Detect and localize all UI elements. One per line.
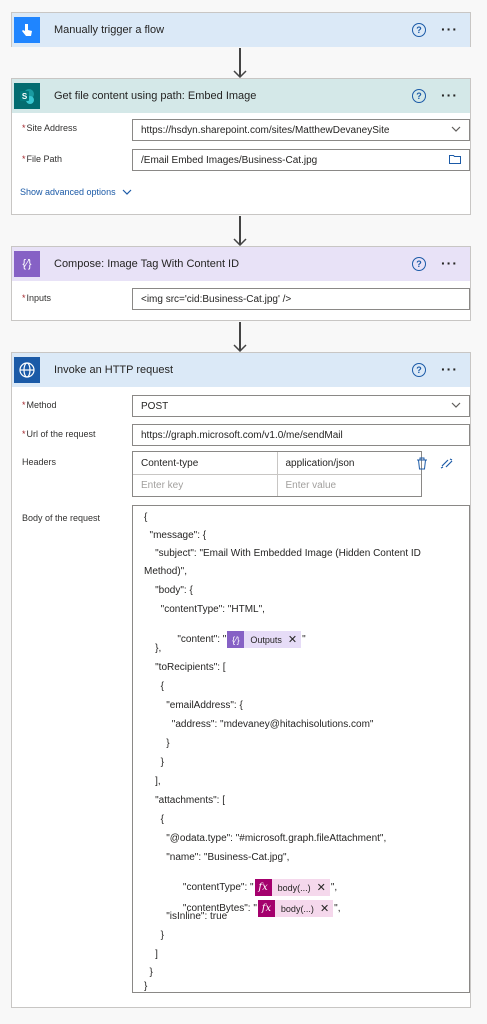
- code-line-content: "content": " {⁄} Outputs ✕ ": [144, 620, 306, 659]
- compose-card[interactable]: {⁄} Compose: Image Tag With Content ID ?…: [11, 246, 471, 321]
- code-line: }: [144, 930, 165, 941]
- code-line: Method)",: [144, 566, 188, 577]
- inputs-label: Inputs: [26, 293, 52, 303]
- code-line: "message": {: [144, 530, 207, 541]
- code-line-content-bytes: "contentBytes": " fx body(...) ✕ ",: [144, 889, 340, 928]
- url-input[interactable]: https://graph.microsoft.com/v1.0/me/send…: [132, 424, 470, 446]
- help-icon[interactable]: ?: [412, 23, 426, 37]
- code-line: "name": "Business-Cat.jpg",: [144, 852, 290, 863]
- header-row-empty: Enter key Enter value: [133, 474, 421, 496]
- compose-icon: {⁄}: [227, 631, 245, 648]
- request-body-editor[interactable]: { "message": { "subject": "Email With Em…: [132, 505, 470, 993]
- switch-to-text-icon[interactable]: [440, 458, 454, 469]
- method-label-row: *Method: [22, 400, 57, 410]
- http-request-card[interactable]: Invoke an HTTP request ? ··· *Method POS…: [11, 352, 471, 1008]
- more-options-icon[interactable]: ···: [441, 21, 458, 37]
- body-label: Body of the request: [22, 513, 101, 523]
- url-label-row: *Url of the request: [22, 429, 96, 439]
- chevron-down-icon: [451, 126, 461, 132]
- get-file-title: Get file content using path: Embed Image: [54, 90, 257, 102]
- site-address-value: https://hsdyn.sharepoint.com/sites/Matth…: [141, 124, 390, 136]
- enter-key-input[interactable]: Enter key: [133, 475, 277, 496]
- body-label-row: Body of the request: [22, 513, 100, 523]
- inputs-value: <img src='cid:Business-Cat.jpg' />: [141, 293, 292, 305]
- code-line: "subject": "Email With Embedded Image (H…: [144, 548, 421, 559]
- help-icon[interactable]: ?: [412, 363, 426, 377]
- method-label: Method: [26, 400, 57, 410]
- file-path-label: File Path: [26, 154, 63, 164]
- trigger-title: Manually trigger a flow: [54, 24, 165, 36]
- code-line: }: [144, 967, 153, 978]
- inputs-field[interactable]: <img src='cid:Business-Cat.jpg' />: [132, 288, 470, 310]
- headers-label: Headers: [22, 457, 57, 467]
- trash-icon[interactable]: [416, 457, 428, 470]
- headers-label-row: Headers: [22, 457, 56, 467]
- chevron-down-icon: [122, 189, 132, 195]
- more-options-icon[interactable]: ···: [441, 87, 458, 103]
- http-request-header[interactable]: Invoke an HTTP request ? ···: [12, 353, 470, 387]
- site-address-label-row: *Site Address: [22, 123, 78, 133]
- trigger-header[interactable]: Manually trigger a flow ? ···: [12, 13, 470, 47]
- trigger-card[interactable]: Manually trigger a flow ? ···: [11, 12, 471, 47]
- code-line: "contentType": "HTML",: [144, 604, 265, 615]
- outputs-token[interactable]: {⁄} Outputs ✕: [227, 631, 302, 648]
- url-label: Url of the request: [26, 429, 96, 439]
- get-file-card[interactable]: S Get file content using path: Embed Ima…: [11, 78, 471, 215]
- code-line: ],: [144, 776, 161, 787]
- site-address-label: Site Address: [26, 123, 78, 133]
- method-value: POST: [141, 400, 169, 412]
- url-value: https://graph.microsoft.com/v1.0/me/send…: [141, 429, 343, 441]
- folder-icon[interactable]: [449, 154, 461, 164]
- method-dropdown[interactable]: POST: [132, 395, 470, 417]
- http-request-title: Invoke an HTTP request: [54, 364, 174, 376]
- code-line: "emailAddress": {: [144, 700, 243, 711]
- code-line: ]: [144, 949, 158, 960]
- get-file-header[interactable]: S Get file content using path: Embed Ima…: [12, 79, 470, 113]
- file-path-label-row: *File Path: [22, 154, 63, 164]
- connector-arrow: [233, 322, 247, 352]
- code-line: {: [144, 814, 165, 825]
- expression-token[interactable]: fx body(...) ✕: [257, 900, 334, 917]
- compose-header[interactable]: {⁄} Compose: Image Tag With Content ID ?…: [12, 247, 470, 281]
- compose-title: Compose: Image Tag With Content ID: [54, 258, 240, 270]
- code-line: "attachments": [: [144, 795, 226, 806]
- help-icon[interactable]: ?: [412, 257, 426, 271]
- enter-value-input[interactable]: Enter value: [276, 475, 422, 496]
- code-line: "isInline": true: [144, 911, 228, 922]
- code-line: "address": "mdevaney@hitachisolutions.co…: [144, 719, 374, 730]
- connector-arrow: [233, 48, 247, 78]
- globe-icon: [14, 357, 40, 383]
- close-icon[interactable]: ✕: [287, 631, 302, 648]
- compose-icon: {⁄}: [14, 251, 40, 277]
- fx-icon: fx: [257, 900, 275, 917]
- more-options-icon[interactable]: ···: [441, 255, 458, 271]
- header-value-input[interactable]: application/json: [276, 452, 422, 474]
- code-line: "@odata.type": "#microsoft.graph.fileAtt…: [144, 833, 387, 844]
- code-line: },: [144, 643, 162, 654]
- file-path-input[interactable]: /Email Embed Images/Business-Cat.jpg: [132, 149, 470, 171]
- code-line: }: [144, 981, 148, 992]
- code-line: "body": {: [144, 585, 193, 596]
- connector-arrow: [233, 216, 247, 246]
- file-path-value: /Email Embed Images/Business-Cat.jpg: [141, 154, 318, 166]
- help-icon[interactable]: ?: [412, 89, 426, 103]
- headers-table: Content-type application/json Enter key …: [132, 451, 422, 497]
- close-icon[interactable]: ✕: [319, 900, 334, 917]
- show-advanced-options[interactable]: Show advanced options: [20, 187, 132, 197]
- code-line: }: [144, 757, 165, 768]
- svg-text:S: S: [22, 92, 28, 101]
- code-line: }: [144, 738, 170, 749]
- header-key-input[interactable]: Content-type: [133, 452, 277, 474]
- more-options-icon[interactable]: ···: [441, 361, 458, 377]
- sharepoint-icon: S: [14, 83, 40, 109]
- header-row: Content-type application/json: [133, 452, 421, 474]
- inputs-label-row: *Inputs: [22, 293, 52, 303]
- chevron-down-icon: [451, 402, 461, 408]
- code-line: {: [144, 512, 148, 523]
- site-address-dropdown[interactable]: https://hsdyn.sharepoint.com/sites/Matth…: [132, 119, 470, 141]
- code-line: "toRecipients": [: [144, 662, 226, 673]
- touch-icon: [14, 17, 40, 43]
- code-line: {: [144, 681, 165, 692]
